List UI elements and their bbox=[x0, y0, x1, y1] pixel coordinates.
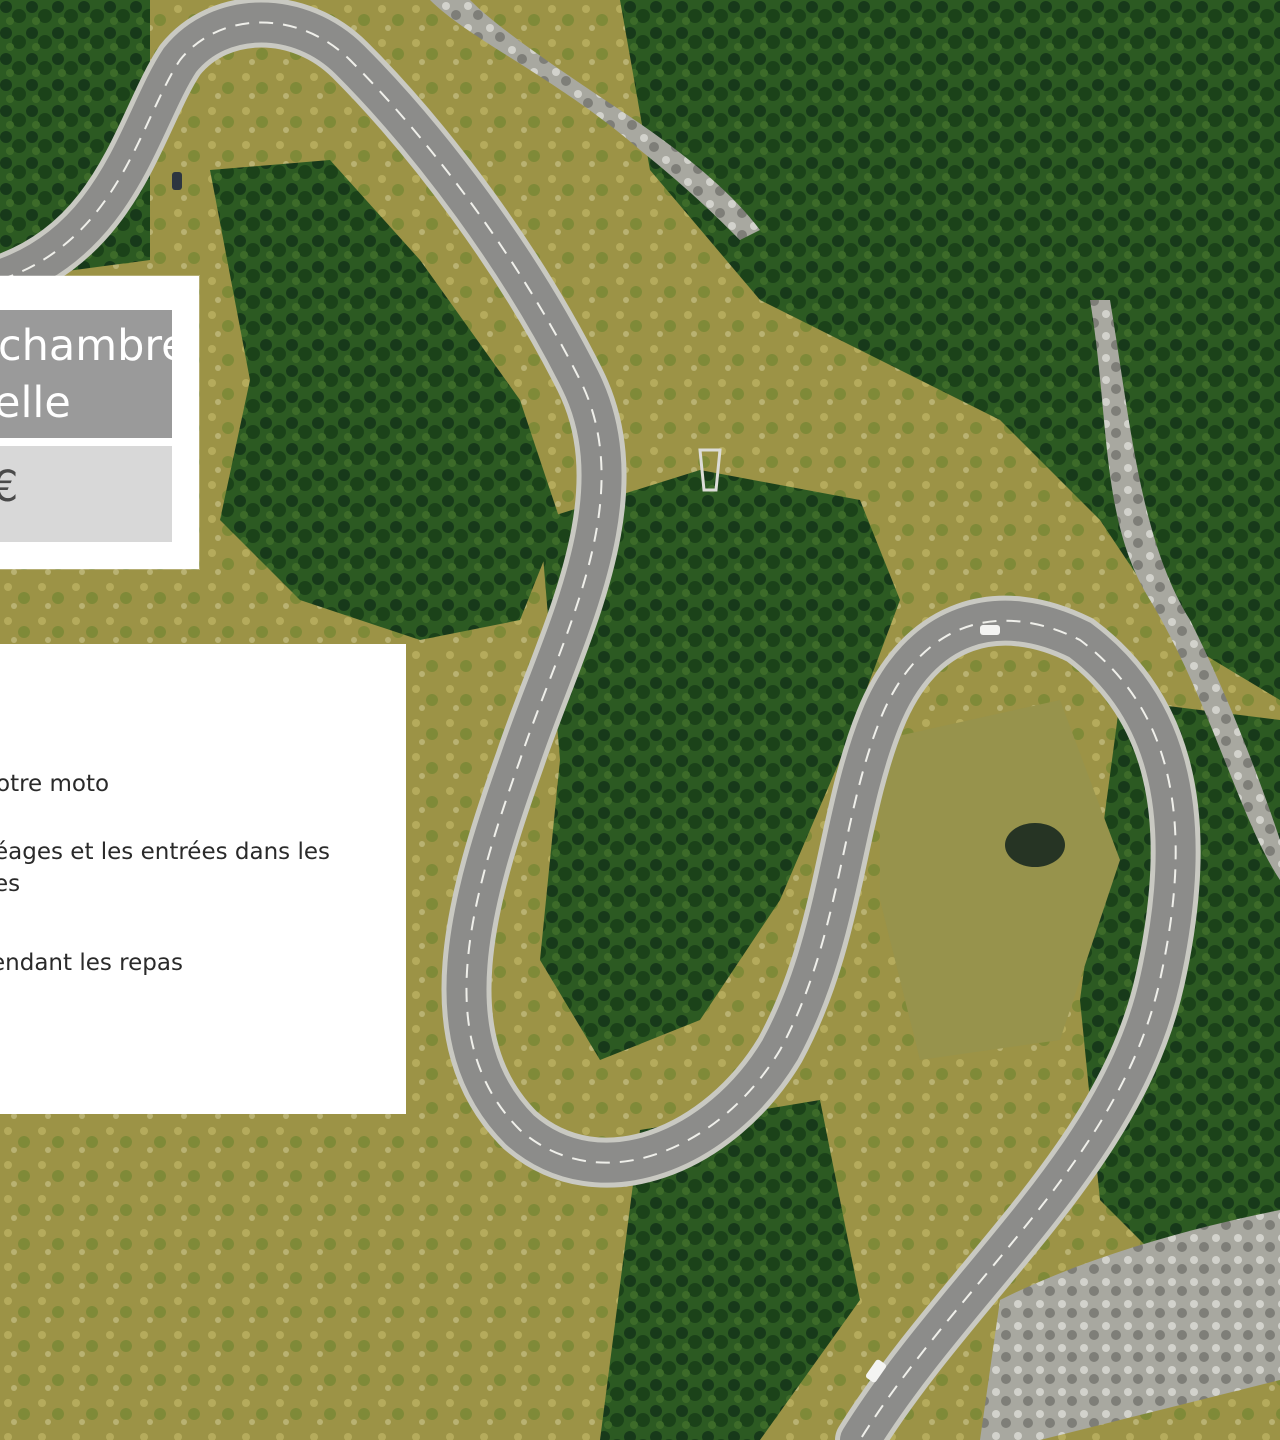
list-item: éages et les entrées dans les es bbox=[0, 836, 330, 900]
list-item-line-1: éages et les entrées dans les bbox=[0, 839, 330, 865]
hero-background: chambre elle € otre moto éages et les en… bbox=[0, 0, 1280, 1440]
list-item: endant les repas bbox=[0, 947, 183, 979]
price-text: € bbox=[0, 462, 19, 512]
included-services-card: otre moto éages et les entrées dans les … bbox=[0, 644, 406, 1114]
list-item-line-1: otre moto bbox=[0, 771, 110, 797]
price-value: € bbox=[0, 446, 172, 542]
room-type-line-1: chambre bbox=[0, 321, 172, 371]
room-type-label: chambre elle bbox=[0, 310, 172, 438]
room-type-line-2: elle bbox=[0, 378, 71, 428]
room-price-card: chambre elle € bbox=[0, 276, 199, 569]
list-item: otre moto bbox=[0, 768, 109, 800]
list-item-line-2: es bbox=[0, 871, 21, 897]
list-item-line-1: endant les repas bbox=[0, 950, 183, 976]
